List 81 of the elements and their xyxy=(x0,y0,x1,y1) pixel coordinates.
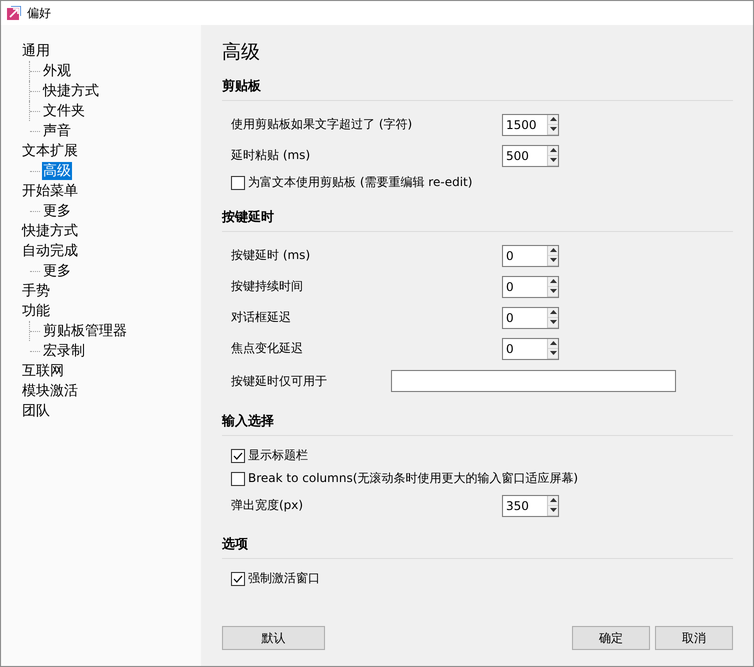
sidebar-item[interactable]: 快捷方式 xyxy=(21,222,79,240)
checkbox-label: Break to columns(无滚动条时使用更大的输入窗口适应屏幕) xyxy=(248,470,578,487)
sidebar-item[interactable]: 剪贴板管理器 xyxy=(42,322,128,340)
down-arrow-icon xyxy=(550,258,556,262)
up-arrow-icon xyxy=(550,248,556,252)
up-arrow-icon xyxy=(550,310,556,314)
increment-button[interactable] xyxy=(548,146,558,156)
decrement-button[interactable] xyxy=(548,124,558,134)
field-label: 弹出宽度(px) xyxy=(231,497,304,514)
field-label: 按键持续时间 xyxy=(231,278,303,295)
increment-button[interactable] xyxy=(548,496,558,506)
sidebar-item[interactable]: 互联网 xyxy=(21,362,65,380)
down-arrow-icon xyxy=(550,158,556,162)
sidebar-item[interactable]: 自动完成 xyxy=(21,242,79,260)
increment-button[interactable] xyxy=(548,276,558,286)
field-label: 焦点变化延迟 xyxy=(231,340,303,357)
sidebar-item[interactable]: 通用 xyxy=(21,42,51,60)
sidebar-item[interactable]: 更多 xyxy=(42,262,72,280)
sidebar-item[interactable]: 文本扩展 xyxy=(21,142,79,160)
decrement-button[interactable] xyxy=(548,318,558,328)
field-label: 按键延时 (ms) xyxy=(231,247,310,264)
sidebar-item[interactable]: 团队 xyxy=(21,402,51,420)
number-spinner[interactable]: 350 xyxy=(502,494,559,516)
up-arrow-icon xyxy=(550,279,556,283)
default-button[interactable]: 默认 xyxy=(222,626,325,650)
down-arrow-icon xyxy=(550,351,556,355)
window-title: 偏好 xyxy=(27,4,51,22)
dialog-button[interactable]: 确定 xyxy=(572,626,650,650)
field-label: 对话框延迟 xyxy=(231,309,291,326)
sidebar-item[interactable]: 声音 xyxy=(42,122,72,140)
decrement-button[interactable] xyxy=(548,506,558,516)
sidebar-item[interactable]: 手势 xyxy=(21,282,51,300)
dialog-button[interactable]: 取消 xyxy=(655,626,733,650)
section-title: 输入选择 xyxy=(222,412,733,436)
sidebar-item[interactable]: 更多 xyxy=(42,202,72,220)
section-title: 按键延时 xyxy=(222,208,733,232)
sidebar-item[interactable]: 开始菜单 xyxy=(21,182,79,200)
down-arrow-icon xyxy=(550,127,556,131)
sidebar-item[interactable]: 宏录制 xyxy=(42,342,86,360)
checkbox[interactable] xyxy=(231,572,245,586)
section-title: 剪贴板 xyxy=(222,77,733,101)
decrement-button[interactable] xyxy=(548,286,558,296)
down-arrow-icon xyxy=(550,320,556,324)
checkbox-label: 为富文本使用剪贴板 (需要重编辑 re-edit) xyxy=(248,174,472,191)
number-spinner[interactable]: 0 xyxy=(502,306,559,328)
up-arrow-icon xyxy=(550,117,556,121)
decrement-button[interactable] xyxy=(548,256,558,266)
increment-button[interactable] xyxy=(548,308,558,318)
checkbox[interactable] xyxy=(231,448,245,462)
sidebar-item[interactable]: 功能 xyxy=(21,302,51,320)
checkbox[interactable] xyxy=(231,472,245,486)
field-label: 延时粘贴 (ms) xyxy=(231,147,310,164)
sidebar-item[interactable]: 模块激活 xyxy=(21,382,79,400)
app-logo-icon xyxy=(7,6,21,20)
sidebar-item[interactable]: 高级 xyxy=(42,162,72,180)
number-spinner[interactable]: 0 xyxy=(502,244,559,266)
section-title: 选项 xyxy=(222,535,733,559)
increment-button[interactable] xyxy=(548,246,558,256)
checkbox[interactable] xyxy=(231,176,245,190)
number-spinner[interactable]: 1500 xyxy=(502,114,559,136)
increment-button[interactable] xyxy=(548,114,558,124)
text-field[interactable] xyxy=(391,370,676,392)
sidebar-item[interactable]: 外观 xyxy=(42,62,72,80)
sidebar-item[interactable]: 文件夹 xyxy=(42,102,86,120)
decrement-button[interactable] xyxy=(548,348,558,358)
decrement-button[interactable] xyxy=(548,156,558,166)
field-label: 使用剪贴板如果文字超过了 (字符) xyxy=(231,116,412,133)
up-arrow-icon xyxy=(550,341,556,345)
number-spinner[interactable]: 0 xyxy=(502,276,559,298)
down-arrow-icon xyxy=(550,508,556,512)
page-title: 高级 xyxy=(222,40,261,65)
increment-button[interactable] xyxy=(548,338,558,348)
field-label: 按键延时仅可用于 xyxy=(231,372,327,390)
checkbox-label: 强制激活窗口 xyxy=(248,570,320,587)
checkbox-label: 显示标题栏 xyxy=(248,447,308,464)
down-arrow-icon xyxy=(550,289,556,293)
up-arrow-icon xyxy=(550,498,556,502)
up-arrow-icon xyxy=(550,148,556,152)
sidebar-item[interactable]: 快捷方式 xyxy=(42,82,100,100)
number-spinner[interactable]: 500 xyxy=(502,144,559,166)
number-spinner[interactable]: 0 xyxy=(502,338,559,360)
